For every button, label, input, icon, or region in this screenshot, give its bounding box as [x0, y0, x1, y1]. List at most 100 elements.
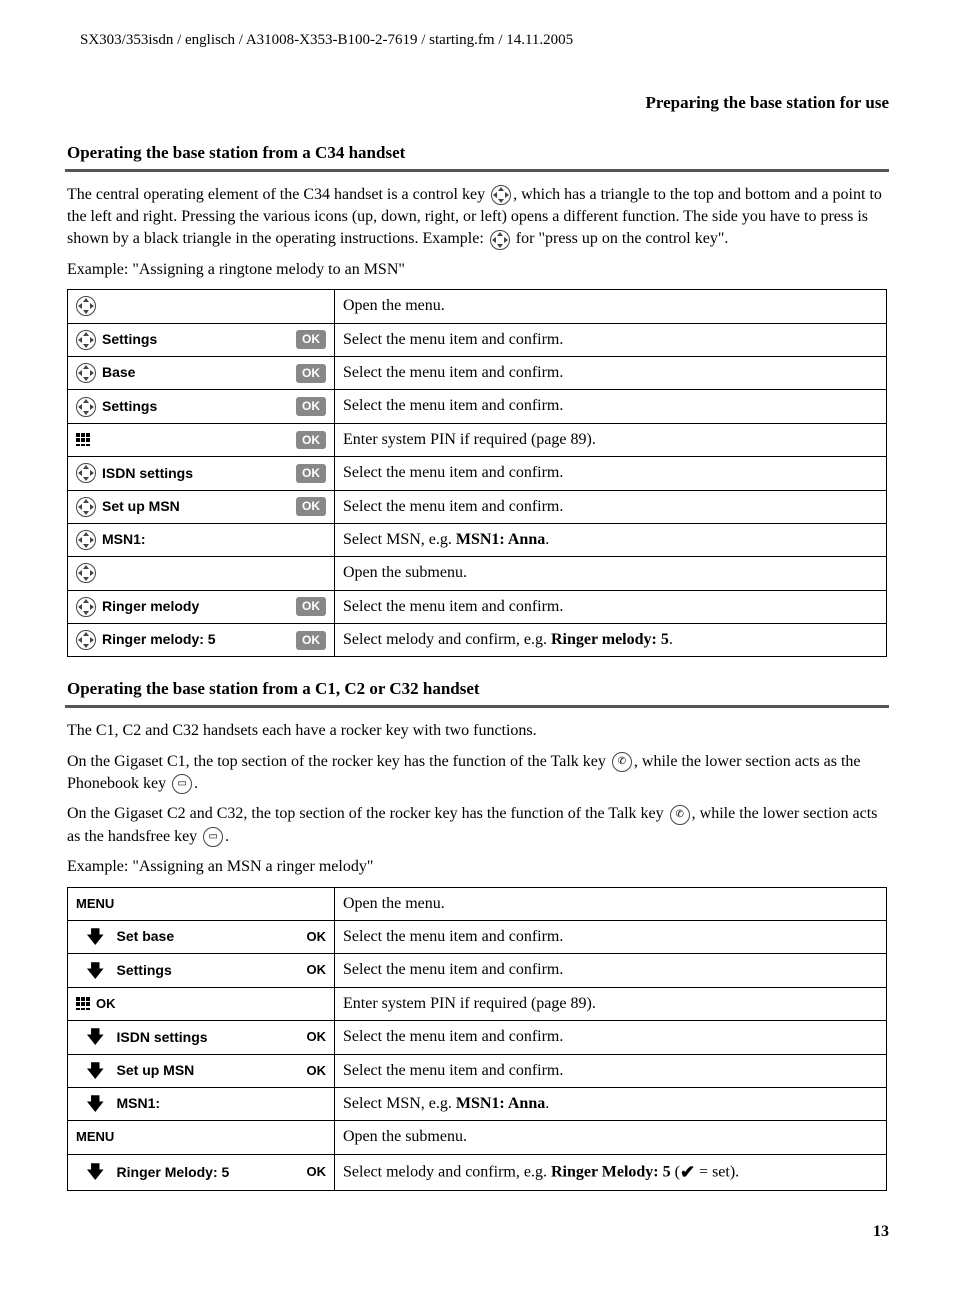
menu-item-label: ISDN settings [102, 464, 193, 484]
menu-item-label: MSN1: [102, 530, 146, 550]
control-key-up-icon [490, 230, 510, 250]
page-title: Preparing the base station for use [65, 91, 889, 115]
ok-button: OK [296, 397, 326, 416]
step-action-cell: 🡇Ringer Melody: 5OK [68, 1154, 335, 1190]
check-icon: ✔ [680, 1162, 695, 1182]
menu-item-label: Ringer melody [102, 597, 199, 617]
section2-para1: The C1, C2 and C32 handsets each have a … [67, 720, 887, 742]
step-action-cell: ISDN settings OK [68, 457, 335, 490]
menu-item-label: Ringer melody: 5 [102, 630, 216, 650]
ok-button: OK [296, 464, 326, 483]
step-description-cell: Select the menu item and confirm. [335, 356, 887, 389]
phonebook-key-icon: ▭ [172, 774, 192, 794]
step-action-cell [68, 557, 335, 590]
table-row: 🡇ISDN settingsOKSelect the menu item and… [68, 1021, 887, 1054]
section2-heading: Operating the base station from a C1, C2… [65, 677, 889, 701]
section1-steps-table: Open the menu. Settings OK Select the menu … [67, 289, 887, 657]
ok-button: OK [296, 431, 326, 450]
step-action-cell: 🡇SettingsOK [68, 954, 335, 987]
step-description-cell: Select the menu item and confirm. [335, 390, 887, 423]
menu-item-label: Set base [117, 927, 175, 947]
page-number: 13 [65, 1221, 889, 1243]
ok-button: OK [296, 597, 326, 616]
control-key-icon [76, 563, 96, 583]
table-row: MSN1: Select MSN, e.g. MSN1: Anna. [68, 523, 887, 556]
step-description-cell: Select the menu item and confirm. [335, 490, 887, 523]
menu-item-label: Ringer Melody: 5 [117, 1163, 230, 1183]
step-description-cell: Select the menu item and confirm. [335, 920, 887, 953]
menu-item-label: Settings [102, 330, 157, 350]
step-action-cell: Settings OK [68, 323, 335, 356]
control-key-icon [491, 185, 511, 205]
step-description-cell: Open the menu. [335, 290, 887, 323]
table-row: 🡇Ringer Melody: 5OKSelect melody and con… [68, 1154, 887, 1190]
menu-item-label: Settings [102, 397, 157, 417]
table-row: Ringer melody OK Select the menu item and … [68, 590, 887, 623]
control-key-icon [76, 397, 96, 417]
section2-body: The C1, C2 and C32 handsets each have a … [65, 720, 889, 1191]
step-description-cell: Select MSN, e.g. MSN1: Anna. [335, 523, 887, 556]
header-path: SX303/353isdn / englisch / A31008-X353-B… [65, 30, 889, 51]
table-row: 🡇MSN1:Select MSN, e.g. MSN1: Anna. [68, 1087, 887, 1120]
arrow-down-icon: 🡇 [86, 1062, 105, 1080]
step-description-cell: Select melody and confirm, e.g. Ringer M… [335, 1154, 887, 1190]
section2-para3: On the Gigaset C2 and C32, the top secti… [67, 803, 887, 848]
arrow-down-icon: 🡇 [86, 1028, 105, 1046]
section-rule [65, 169, 889, 172]
menu-item-label: Set up MSN [102, 497, 180, 517]
step-action-cell: Ringer melody OK [68, 590, 335, 623]
arrow-down-icon: 🡇 [86, 1163, 105, 1181]
section-rule [65, 705, 889, 708]
ok-label: OK [307, 1062, 327, 1080]
control-key-icon [76, 630, 96, 650]
step-description-cell: Select the menu item and confirm. [335, 457, 887, 490]
step-action-cell: MSN1: [68, 523, 335, 556]
ok-label: OK [307, 1028, 327, 1046]
step-action-cell: OK [68, 423, 335, 456]
menu-item-label: Set up MSN [117, 1061, 195, 1081]
control-key-icon [76, 597, 96, 617]
step-action-cell [68, 290, 335, 323]
step-action-cell: Set up MSNOK [68, 490, 335, 523]
step-description-cell: Select melody and confirm, e.g. Ringer m… [335, 624, 887, 657]
step-action-cell: 🡇Set baseOK [68, 920, 335, 953]
step-description-cell: Enter system PIN if required (page 89). [335, 987, 887, 1020]
menu-item-label: ISDN settings [117, 1028, 208, 1048]
step-description-cell: Select the menu item and confirm. [335, 1054, 887, 1087]
step-action-cell: 🡇MSN1: [68, 1087, 335, 1120]
ok-button: OK [296, 330, 326, 349]
table-row: Settings OK Select the menu item and confi… [68, 323, 887, 356]
section2-para2: On the Gigaset C1, the top section of th… [67, 751, 887, 796]
step-description-cell: Select the menu item and confirm. [335, 590, 887, 623]
talk-key-icon: ✆ [670, 805, 690, 825]
menu-item-label: Base [102, 363, 135, 383]
table-row: 🡇 Set up MSN OK Select the menu item and co… [68, 1054, 887, 1087]
step-description-cell: Open the submenu. [335, 1121, 887, 1154]
control-key-icon [76, 363, 96, 383]
step-action-cell: Settings OK [68, 390, 335, 423]
control-key-icon [76, 463, 96, 483]
step-description-cell: Select MSN, e.g. MSN1: Anna. [335, 1087, 887, 1120]
control-key-icon [76, 497, 96, 517]
step-description-cell: Open the submenu. [335, 557, 887, 590]
step-action-cell: OK [68, 987, 335, 1020]
step-description-cell: Select the menu item and confirm. [335, 954, 887, 987]
manual-page: SX303/353isdn / englisch / A31008-X353-B… [0, 0, 954, 1283]
table-row: OKEnter system PIN if required (page 89)… [68, 423, 887, 456]
section2-example-label: Example: "Assigning an MSN a ringer melo… [67, 856, 887, 878]
table-row: MENUOpen the menu. [68, 887, 887, 920]
keypad-icon [76, 997, 90, 1011]
menu-item-label: MSN1: [117, 1094, 161, 1114]
table-row: Open the submenu. [68, 557, 887, 590]
ok-label: OK [307, 961, 327, 979]
ok-label: OK [96, 995, 116, 1013]
ok-button: OK [296, 364, 326, 383]
step-description-cell: Select the menu item and confirm. [335, 323, 887, 356]
menu-label: MENU [76, 1128, 114, 1146]
control-key-icon [76, 296, 96, 316]
step-action-cell: 🡇 ISDN settings OK [68, 1021, 335, 1054]
table-row: OK Enter system PIN if required (page 89)… [68, 987, 887, 1020]
talk-key-icon: ✆ [612, 752, 632, 772]
section1-example-label: Example: "Assigning a ringtone melody to… [67, 259, 887, 281]
table-row: Set up MSNOKSelect the menu item and con… [68, 490, 887, 523]
